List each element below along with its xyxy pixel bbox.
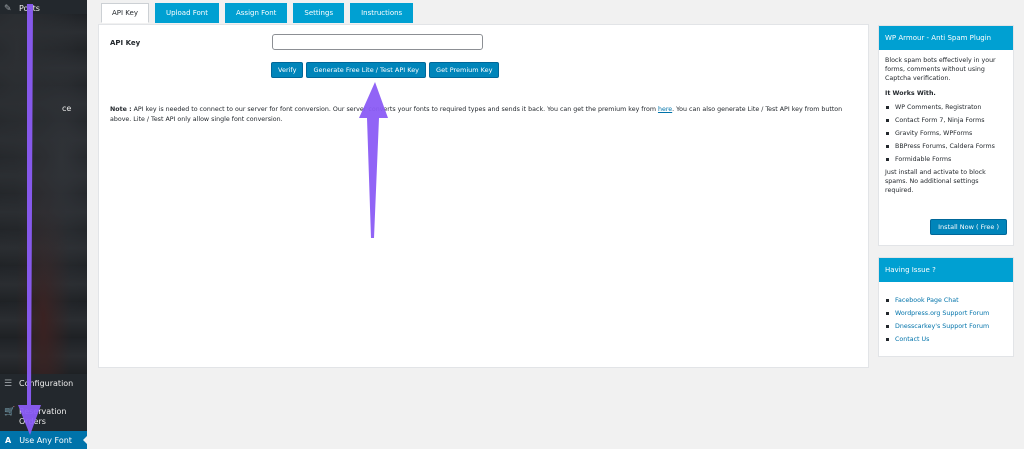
api-key-input[interactable]: [272, 34, 483, 50]
sidebar-item-reservation-orders[interactable]: 🛒 Reservation Orders: [4, 407, 69, 427]
install-now-button[interactable]: Install Now ( Free ): [930, 219, 1007, 235]
list-item: WP Comments, Registraton: [885, 103, 1007, 112]
note-text-1: API key is needed to connect to our serv…: [131, 106, 658, 113]
widget-footer-text: Just install and activate to block spams…: [885, 169, 986, 194]
tab-upload-font[interactable]: Upload Font: [155, 3, 219, 23]
wordpress-forum-link[interactable]: Wordpress.org Support Forum: [895, 310, 989, 317]
widget-title: Having Issue ?: [879, 258, 1013, 282]
font-icon: A: [5, 435, 12, 445]
widget-title: WP Armour - Anti Spam Plugin: [879, 26, 1013, 50]
tab-instructions[interactable]: Instructions: [350, 3, 414, 23]
api-key-label: API Key: [110, 39, 141, 47]
api-key-actions: Verify Generate Free Lite / Test API Key…: [271, 62, 500, 78]
list-item: Formidable Forms: [885, 155, 1007, 164]
sidebar-item-label: Use Any Font: [19, 435, 72, 445]
sidebar-item-configuration[interactable]: ☰ Configuration: [4, 379, 73, 389]
compatibility-list: WP Comments, Registraton Contact Form 7,…: [885, 103, 1007, 164]
wp-armour-widget: WP Armour - Anti Spam Plugin Block spam …: [878, 25, 1014, 246]
support-widget: Having Issue ? Facebook Page Chat Wordpr…: [878, 257, 1014, 357]
tab-assign-font[interactable]: Assign Font: [225, 3, 288, 23]
list-item: BBPress Forums, Caldera Forms: [885, 142, 1007, 151]
cart-icon: 🛒: [4, 407, 16, 417]
api-key-panel: API Key Verify Generate Free Lite / Test…: [98, 24, 869, 368]
active-indicator: [83, 436, 87, 444]
note-lead: Note :: [110, 106, 132, 113]
sidebar-item-label: Posts: [19, 4, 40, 13]
sidebar-item-posts[interactable]: ✎ Posts: [4, 4, 40, 14]
blurred-menu-area: [0, 14, 87, 374]
list-item: Wordpress.org Support Forum: [885, 309, 1007, 318]
dnesscarkey-forum-link[interactable]: Dnesscarkey's Support Forum: [895, 323, 989, 330]
facebook-chat-link[interactable]: Facebook Page Chat: [895, 297, 959, 304]
list-item: Gravity Forms, WPForms: [885, 129, 1007, 138]
premium-here-link[interactable]: here: [658, 106, 672, 113]
api-key-note: Note : API key is needed to connect to o…: [110, 105, 862, 124]
list-item: Contact Us: [885, 335, 1007, 344]
sliders-icon: ☰: [4, 379, 13, 389]
widget-description: Block spam bots effectively in your form…: [885, 57, 996, 82]
sidebar-item-label: Configuration: [19, 379, 74, 388]
tab-api-key[interactable]: API Key: [101, 3, 149, 23]
verify-button[interactable]: Verify: [271, 62, 304, 78]
list-item: Facebook Page Chat: [885, 296, 1007, 305]
list-item: Dnesscarkey's Support Forum: [885, 322, 1007, 331]
tab-settings[interactable]: Settings: [293, 3, 345, 23]
generate-free-key-button[interactable]: Generate Free Lite / Test API Key: [306, 62, 427, 78]
sidebar-fragment-text: ce: [62, 104, 72, 113]
pin-icon: ✎: [4, 4, 12, 14]
get-premium-key-button[interactable]: Get Premium Key: [429, 62, 500, 78]
widget-subheading: It Works With.: [885, 90, 936, 97]
contact-us-link[interactable]: Contact Us: [895, 336, 929, 343]
sidebar-item-use-any-font[interactable]: A Use Any Font: [0, 431, 87, 449]
sidebar-item-label: Reservation Orders: [19, 407, 67, 426]
admin-sidebar: ✎ Posts ce ☰ Configuration 🛒 Reservation…: [0, 0, 87, 449]
settings-tabs: API Key Upload Font Assign Font Settings…: [101, 3, 414, 23]
list-item: Contact Form 7, Ninja Forms: [885, 116, 1007, 125]
support-links: Facebook Page Chat Wordpress.org Support…: [885, 296, 1007, 344]
